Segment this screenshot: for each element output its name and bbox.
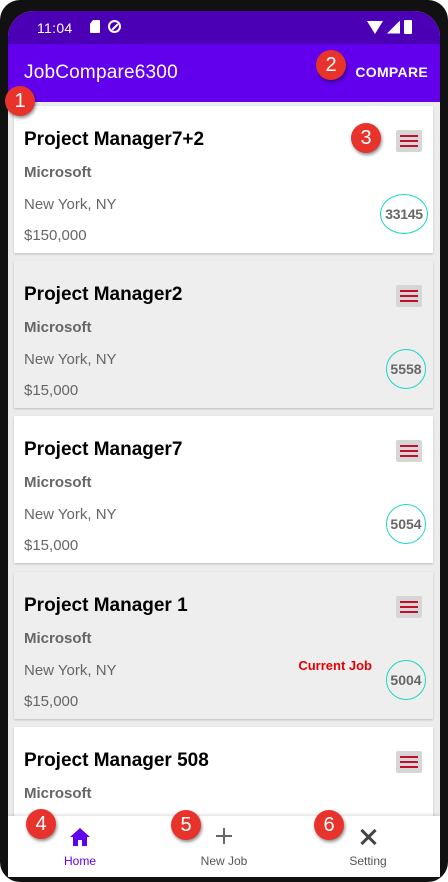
annotation-marker-3: 3 — [351, 123, 381, 153]
signal-icon — [387, 20, 400, 34]
job-location: New York, NY — [24, 351, 117, 368]
nav-new-job-label: New Job — [200, 854, 248, 868]
hamburger-icon — [400, 290, 418, 292]
annotation-marker-1: 1 — [5, 86, 35, 116]
bottom-navigation: Home New Job Setting — [8, 816, 440, 877]
job-card[interactable]: Project Manager 508 Microsoft — [14, 727, 433, 816]
nav-home-label: Home — [63, 854, 96, 868]
job-salary: $15,000 — [24, 693, 79, 710]
current-job-label: Current Job — [298, 658, 372, 673]
app-title: JobCompare6300 — [24, 62, 178, 83]
job-company: Microsoft — [24, 474, 92, 491]
battery-icon — [404, 20, 412, 34]
plus-icon — [216, 828, 232, 844]
sd-card-icon — [90, 20, 100, 33]
score-badge: 5558 — [386, 349, 426, 389]
job-location: New York, NY — [24, 506, 117, 523]
job-company: Microsoft — [24, 319, 92, 336]
job-title: Project Manager7+2 — [24, 129, 205, 150]
annotation-marker-2: 2 — [316, 50, 346, 80]
job-company: Microsoft — [24, 785, 92, 802]
wifi-icon — [367, 20, 383, 34]
job-title: Project Manager 1 — [24, 595, 188, 616]
nav-setting-label: Setting — [349, 854, 387, 868]
tools-icon — [358, 827, 378, 847]
job-title: Project Manager 508 — [24, 750, 209, 771]
job-card[interactable]: Project Manager2 Microsoft New York, NY … — [14, 261, 433, 408]
job-location: New York, NY — [24, 662, 117, 679]
job-company: Microsoft — [24, 630, 92, 647]
hamburger-icon — [400, 135, 418, 137]
card-menu-button[interactable] — [396, 440, 422, 462]
card-menu-button[interactable] — [396, 751, 422, 773]
hamburger-icon — [400, 445, 418, 447]
score-badge: 5004 — [386, 660, 426, 700]
annotation-marker-5: 5 — [171, 810, 201, 840]
score-badge: 5054 — [386, 504, 426, 544]
home-icon — [70, 828, 90, 846]
job-company: Microsoft — [24, 164, 92, 181]
status-right-icons — [367, 20, 412, 34]
app-bar: JobCompare6300 COMPARE — [8, 44, 440, 102]
job-list[interactable]: Project Manager7+2 Microsoft New York, N… — [8, 102, 440, 816]
score-badge: 33145 — [380, 194, 428, 234]
sync-icon — [108, 20, 121, 33]
card-menu-button[interactable] — [396, 596, 422, 618]
card-menu-button[interactable] — [396, 130, 422, 152]
card-menu-button[interactable] — [396, 285, 422, 307]
job-title: Project Manager2 — [24, 284, 183, 305]
job-salary: $150,000 — [24, 227, 87, 244]
job-salary: $15,000 — [24, 537, 79, 554]
annotation-marker-6: 6 — [314, 810, 344, 840]
hamburger-icon — [400, 756, 418, 758]
job-salary: $15,000 — [24, 382, 79, 399]
job-title: Project Manager7 — [24, 439, 183, 460]
hamburger-icon — [400, 601, 418, 603]
status-time: 11:04 — [37, 20, 73, 36]
job-location: New York, NY — [24, 196, 117, 213]
job-card[interactable]: Project Manager7 Microsoft New York, NY … — [14, 416, 433, 563]
compare-button[interactable]: COMPARE — [355, 64, 428, 80]
job-card[interactable]: Project Manager 1 Microsoft New York, NY… — [14, 572, 433, 719]
status-bar: 11:04 — [8, 11, 440, 44]
status-left-icons — [90, 20, 121, 33]
device-frame: 11:04 JobCompare6300 COMPARE Project Man… — [0, 0, 448, 882]
annotation-marker-4: 4 — [26, 809, 56, 839]
